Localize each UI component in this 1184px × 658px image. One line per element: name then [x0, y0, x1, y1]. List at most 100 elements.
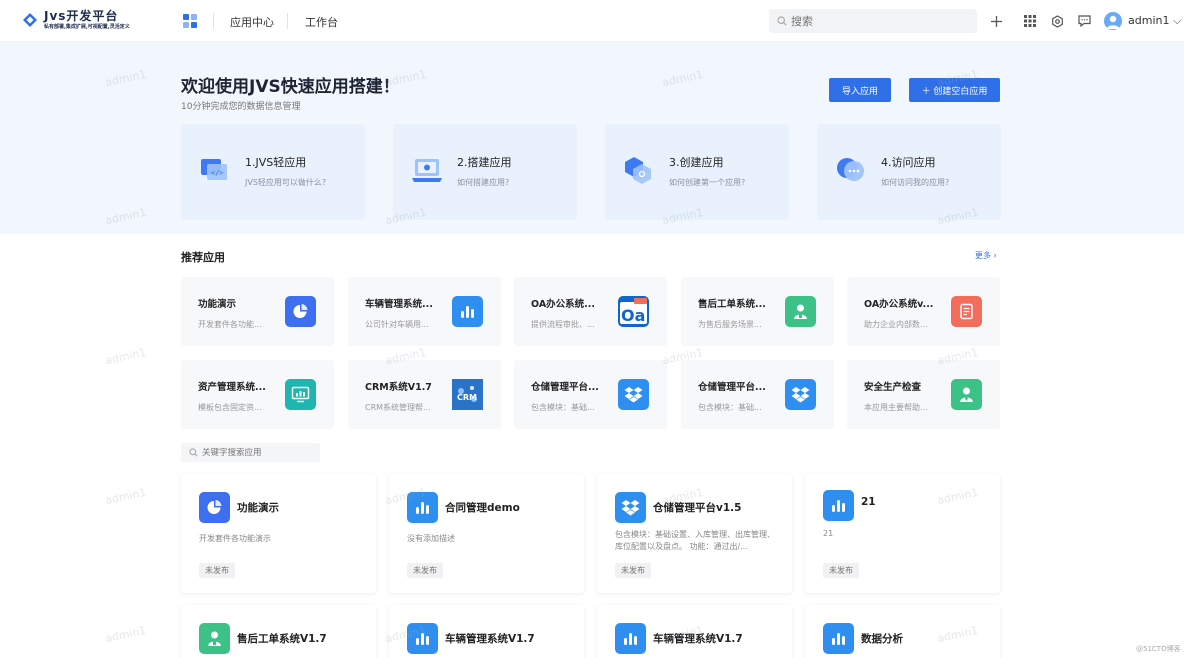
app-name: 售后工单系统V1.7	[237, 633, 327, 645]
recommend-app-card[interactable]: 车辆管理系统... 公司针对车辆用...	[348, 277, 501, 346]
recommend-app-desc: 公司针对车辆用...	[365, 320, 429, 329]
welcome-subtitle: 10分钟完成您的数据信息管理	[181, 102, 301, 112]
top-navigation-bar: Jvs开发平台 私有部署,集成扩展,可视配置,灵活定义 应用中心 工作台 搜索 …	[0, 0, 1184, 42]
bar-chart-icon	[407, 623, 438, 654]
welcome-title: 欢迎使用JVS快速应用搭建！	[181, 77, 400, 97]
nav-app-center[interactable]: 应用中心	[230, 14, 274, 30]
step-desc: 如何访问我的应用?	[881, 178, 950, 187]
step-desc: JVS轻应用可以做什么?	[245, 178, 327, 187]
watermark: admin1	[104, 345, 148, 368]
code-window-icon: </>	[201, 159, 227, 180]
settings-icon[interactable]	[1049, 13, 1065, 29]
status-badge: 未发布	[823, 563, 859, 578]
recommend-app-desc: 本应用主要帮助...	[864, 403, 928, 412]
recommend-app-desc: 为售后服务场景...	[698, 320, 762, 329]
nav-divider	[287, 13, 288, 29]
recommend-section-title: 推荐应用	[181, 251, 225, 264]
recommend-app-name: OA办公系统...	[531, 299, 595, 310]
recommend-app-name: 仓储管理平台...	[698, 382, 766, 393]
app-card[interactable]: 21 21 未发布	[805, 474, 1000, 593]
apps-grid-icon[interactable]	[1022, 13, 1038, 29]
step-card-light-app[interactable]: </> 1.JVS轻应用 JVS轻应用可以做什么?	[181, 124, 365, 220]
recommend-app-desc: 助力企业内部数...	[864, 320, 928, 329]
recommend-app-desc: 模板包含固定资...	[198, 403, 262, 412]
oa-logo-icon: Oa	[618, 296, 649, 327]
nav-workbench[interactable]: 工作台	[305, 14, 338, 30]
status-badge: 未发布	[615, 563, 651, 578]
import-app-button[interactable]: 导入应用	[829, 78, 891, 102]
app-name: 21	[861, 496, 876, 508]
pie-chart-icon	[199, 492, 230, 523]
svg-text:CRM: CRM	[457, 393, 477, 402]
nav-divider	[213, 13, 214, 29]
app-card[interactable]: 合同管理demo 没有添加描述 未发布	[389, 474, 584, 593]
global-search[interactable]	[769, 9, 977, 33]
app-card[interactable]: 仓储管理平台v1.5 包含模块：基础设置、入库管理、出库管理、库位配置以及盘点。…	[597, 474, 792, 593]
recommend-app-card[interactable]: 安全生产检查 本应用主要帮助...	[847, 360, 1000, 429]
monitor-icon	[285, 379, 316, 410]
step-card-visit-app[interactable]: 4.访问应用 如何访问我的应用?	[817, 124, 1001, 220]
dropbox-icon	[615, 492, 646, 523]
document-icon	[951, 296, 982, 327]
app-card[interactable]: 售后工单系统V1.7	[181, 605, 376, 658]
app-name: 车辆管理系统V1.7	[445, 633, 535, 645]
app-desc: 开发套件各功能演示	[199, 534, 271, 543]
welcome-banner	[0, 42, 1184, 234]
logo[interactable]: Jvs开发平台 私有部署,集成扩展,可视配置,灵活定义	[22, 10, 130, 30]
app-card[interactable]: 车辆管理系统V1.7	[389, 605, 584, 658]
bar-chart-icon	[823, 490, 854, 521]
recommend-app-desc: 提供流程审批、...	[531, 320, 595, 329]
app-name: 车辆管理系统V1.7	[653, 633, 743, 645]
create-blank-app-button[interactable]: ＋ 创建空白应用	[909, 78, 1000, 102]
user-menu[interactable]: admin1 ⌵	[1128, 14, 1181, 28]
recommend-app-name: 功能演示	[198, 299, 237, 310]
service-person-icon	[199, 623, 230, 654]
recommend-app-card[interactable]: CRM系统V1.7 CRM系统管理帮... CRM	[348, 360, 501, 429]
step-card-build-app[interactable]: 2.搭建应用 如何搭建应用?	[393, 124, 577, 220]
recommend-app-name: 安全生产检查	[864, 382, 922, 393]
logo-mark-icon	[23, 13, 37, 27]
app-card[interactable]: 数据分析	[805, 605, 1000, 658]
global-search-input[interactable]	[791, 14, 961, 28]
recommend-app-name: 资产管理系统...	[198, 382, 266, 393]
hexagon-link-icon	[625, 157, 651, 184]
status-badge: 未发布	[199, 563, 235, 578]
step-title: 2.搭建应用	[457, 156, 512, 169]
more-link[interactable]: 更多 ›	[975, 250, 997, 261]
step-desc: 如何创建第一个应用?	[669, 178, 746, 187]
avatar[interactable]	[1104, 12, 1122, 30]
plus-icon[interactable]	[988, 13, 1004, 29]
app-card[interactable]: 功能演示 开发套件各功能演示 未发布	[181, 474, 376, 593]
app-search-input[interactable]	[202, 447, 317, 458]
step-desc: 如何搭建应用?	[457, 178, 510, 187]
logo-subtitle: 私有部署,集成扩展,可视配置,灵活定义	[44, 24, 130, 30]
recommend-app-card[interactable]: 售后工单系统... 为售后服务场景...	[681, 277, 834, 346]
dropbox-icon	[785, 379, 816, 410]
recommend-app-card[interactable]: OA办公系统v... 助力企业内部数...	[847, 277, 1000, 346]
bar-chart-icon	[407, 492, 438, 523]
recommend-app-card[interactable]: OA办公系统... 提供流程审批、... Oa	[514, 277, 667, 346]
recommend-app-name: 售后工单系统...	[698, 299, 766, 310]
app-search[interactable]	[181, 443, 320, 462]
recommend-app-card[interactable]: 仓储管理平台... 包含模块：基础...	[681, 360, 834, 429]
recommend-app-card[interactable]: 资产管理系统... 模板包含固定资...	[181, 360, 334, 429]
crm-image-icon: CRM	[452, 379, 483, 410]
corner-watermark: @51CTO博客	[1136, 645, 1181, 653]
recommend-app-desc: 开发套件各功能...	[198, 320, 262, 329]
logo-title: Jvs开发平台	[44, 9, 119, 23]
recommend-app-card[interactable]: 仓储管理平台... 包含模块：基础...	[514, 360, 667, 429]
message-icon[interactable]	[1076, 13, 1092, 29]
watermark: admin1	[104, 485, 148, 508]
svg-text:</>: </>	[211, 169, 224, 177]
recommend-app-card[interactable]: 功能演示 开发套件各功能...	[181, 277, 334, 346]
status-badge: 未发布	[407, 563, 443, 578]
recommend-app-name: 仓储管理平台...	[531, 382, 599, 393]
app-name: 功能演示	[237, 502, 279, 514]
step-card-create-app[interactable]: 3.创建应用 如何创建第一个应用?	[605, 124, 789, 220]
recommend-app-name: CRM系统V1.7	[365, 382, 432, 393]
dashboard-grid-icon[interactable]	[183, 14, 197, 28]
step-title: 1.JVS轻应用	[245, 156, 307, 169]
app-desc: 没有添加描述	[407, 534, 455, 543]
recommend-app-name: OA办公系统v...	[864, 299, 934, 310]
app-card[interactable]: 车辆管理系统V1.7	[597, 605, 792, 658]
